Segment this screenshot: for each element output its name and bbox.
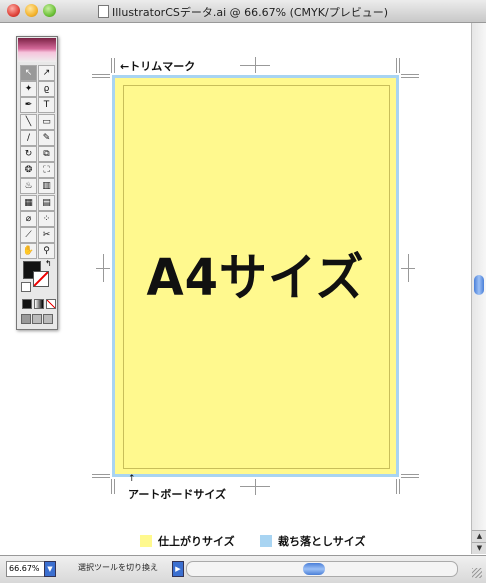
finish-swatch xyxy=(140,535,152,547)
artboard-arrow-icon: ↑ xyxy=(128,474,136,484)
vertical-scrollbar[interactable]: ▲ ▼ xyxy=(471,23,486,554)
trim-mark xyxy=(114,58,115,73)
legend-finish-size: 仕上がりサイズ xyxy=(140,533,235,549)
artboard-size-label: アートボードサイズ xyxy=(128,488,227,501)
scroll-down-arrow-icon[interactable]: ▼ xyxy=(472,542,486,554)
eyedropper-tool-icon[interactable]: ⌀ xyxy=(20,210,37,227)
trim-mark xyxy=(92,74,110,75)
trim-mark xyxy=(111,479,112,494)
trim-mark xyxy=(401,477,419,478)
screen-mode-standard-icon[interactable] xyxy=(21,314,31,324)
illustrator-logo xyxy=(18,38,56,62)
center-mark-bottom xyxy=(255,479,256,495)
trim-mark xyxy=(401,77,419,78)
a4-size-heading: A4サイズ xyxy=(146,248,365,308)
trim-mark xyxy=(92,77,110,78)
slice-tool-icon[interactable]: ⟋ xyxy=(20,227,37,243)
legend-bleed-size: 裁ち落としサイズ xyxy=(260,533,365,549)
document-icon xyxy=(98,5,109,18)
trim-mark xyxy=(399,58,400,73)
trim-mark-label: ←トリムマーク xyxy=(120,60,196,73)
swap-fill-stroke-icon[interactable]: ↰ xyxy=(45,259,52,268)
mesh-tool-icon[interactable]: ▦ xyxy=(20,194,37,211)
legend-bleed-label: 裁ち落としサイズ xyxy=(278,535,366,548)
zoom-tool-icon[interactable]: ⚲ xyxy=(38,243,55,260)
gradient-tool-icon[interactable]: ▤ xyxy=(38,194,55,211)
window-title-wrap: IllustratorCSデータ.ai @ 66.67% (CMYK/プレビュー… xyxy=(0,4,486,20)
type-tool-icon[interactable]: T xyxy=(38,97,55,114)
status-bar: 66.67% ▼ 選択ツールを切り換え ▶ xyxy=(0,555,486,583)
warp-tool-icon[interactable]: ❂ xyxy=(20,162,37,179)
selection-tool-icon[interactable]: ↖ xyxy=(20,65,37,81)
trim-mark xyxy=(92,474,110,475)
illustrator-window: IllustratorCSデータ.ai @ 66.67% (CMYK/プレビュー… xyxy=(0,0,486,583)
zoom-field[interactable]: 66.67% xyxy=(6,561,46,577)
scroll-up-arrow-icon[interactable]: ▲ xyxy=(472,530,486,542)
rectangle-tool-icon[interactable]: ▭ xyxy=(38,113,55,130)
none-mode-icon[interactable] xyxy=(46,299,56,309)
trim-mark xyxy=(396,58,397,73)
trim-mark xyxy=(92,477,110,478)
screen-mode-full-icon[interactable] xyxy=(43,314,53,324)
scale-tool-icon[interactable]: ⧉ xyxy=(38,146,55,162)
bleed-swatch xyxy=(260,535,272,547)
trim-mark xyxy=(401,74,419,75)
gradient-mode-icon[interactable] xyxy=(34,299,44,309)
magic-wand-tool-icon[interactable]: ✦ xyxy=(20,81,37,98)
scissors-tool-icon[interactable]: ✂ xyxy=(38,227,55,243)
lasso-tool-icon[interactable]: ϱ xyxy=(38,81,55,98)
graph-tool-icon[interactable]: ▥ xyxy=(38,178,55,195)
status-dropdown-icon[interactable]: ▶ xyxy=(172,561,184,577)
paintbrush-tool-icon[interactable]: ∕ xyxy=(20,129,37,146)
vertical-scroll-thumb[interactable] xyxy=(474,275,484,295)
rotate-tool-icon[interactable]: ↻ xyxy=(20,146,37,162)
default-colors-icon[interactable] xyxy=(21,282,31,292)
tools-panel: ↖ ↗ ✦ ϱ ✒ T ╲ ▭ ∕ ✎ ↻ ⧉ ❂ ⛶ ♨ ▥ ▦ ▤ ⌀ ⁘ ⟋ ✂ ✋ ⚲ ↰ xyxy=(16,36,58,330)
trim-mark xyxy=(396,479,397,494)
hand-tool-icon[interactable]: ✋ xyxy=(20,243,37,260)
trim-mark xyxy=(399,479,400,494)
horizontal-scrollbar[interactable] xyxy=(186,561,458,577)
blend-tool-icon[interactable]: ⁘ xyxy=(38,210,55,227)
status-tool-text: 選択ツールを切り換え xyxy=(78,563,158,572)
pen-tool-icon[interactable]: ✒ xyxy=(20,97,37,114)
line-tool-icon[interactable]: ╲ xyxy=(20,113,37,130)
legend-finish-label: 仕上がりサイズ xyxy=(158,535,235,548)
color-mode-icon[interactable] xyxy=(22,299,32,309)
center-mark-right xyxy=(408,254,409,282)
center-mark-left xyxy=(103,254,104,282)
trim-mark xyxy=(401,474,419,475)
symbol-sprayer-tool-icon[interactable]: ♨ xyxy=(20,178,37,195)
screen-mode-full-menu-icon[interactable] xyxy=(32,314,42,324)
free-transform-tool-icon[interactable]: ⛶ xyxy=(38,162,55,179)
stroke-color-swatch[interactable] xyxy=(33,271,49,287)
resize-grip-icon[interactable] xyxy=(472,568,482,578)
zoom-dropdown-icon[interactable]: ▼ xyxy=(44,561,56,577)
trim-mark xyxy=(111,58,112,73)
trim-mark xyxy=(114,479,115,494)
horizontal-scroll-thumb[interactable] xyxy=(303,563,325,575)
direct-selection-tool-icon[interactable]: ↗ xyxy=(38,65,55,81)
center-mark-top xyxy=(255,57,256,73)
title-bar[interactable]: IllustratorCSデータ.ai @ 66.67% (CMYK/プレビュー… xyxy=(0,0,486,23)
window-title: IllustratorCSデータ.ai @ 66.67% (CMYK/プレビュー… xyxy=(112,6,388,19)
pencil-tool-icon[interactable]: ✎ xyxy=(38,129,55,146)
